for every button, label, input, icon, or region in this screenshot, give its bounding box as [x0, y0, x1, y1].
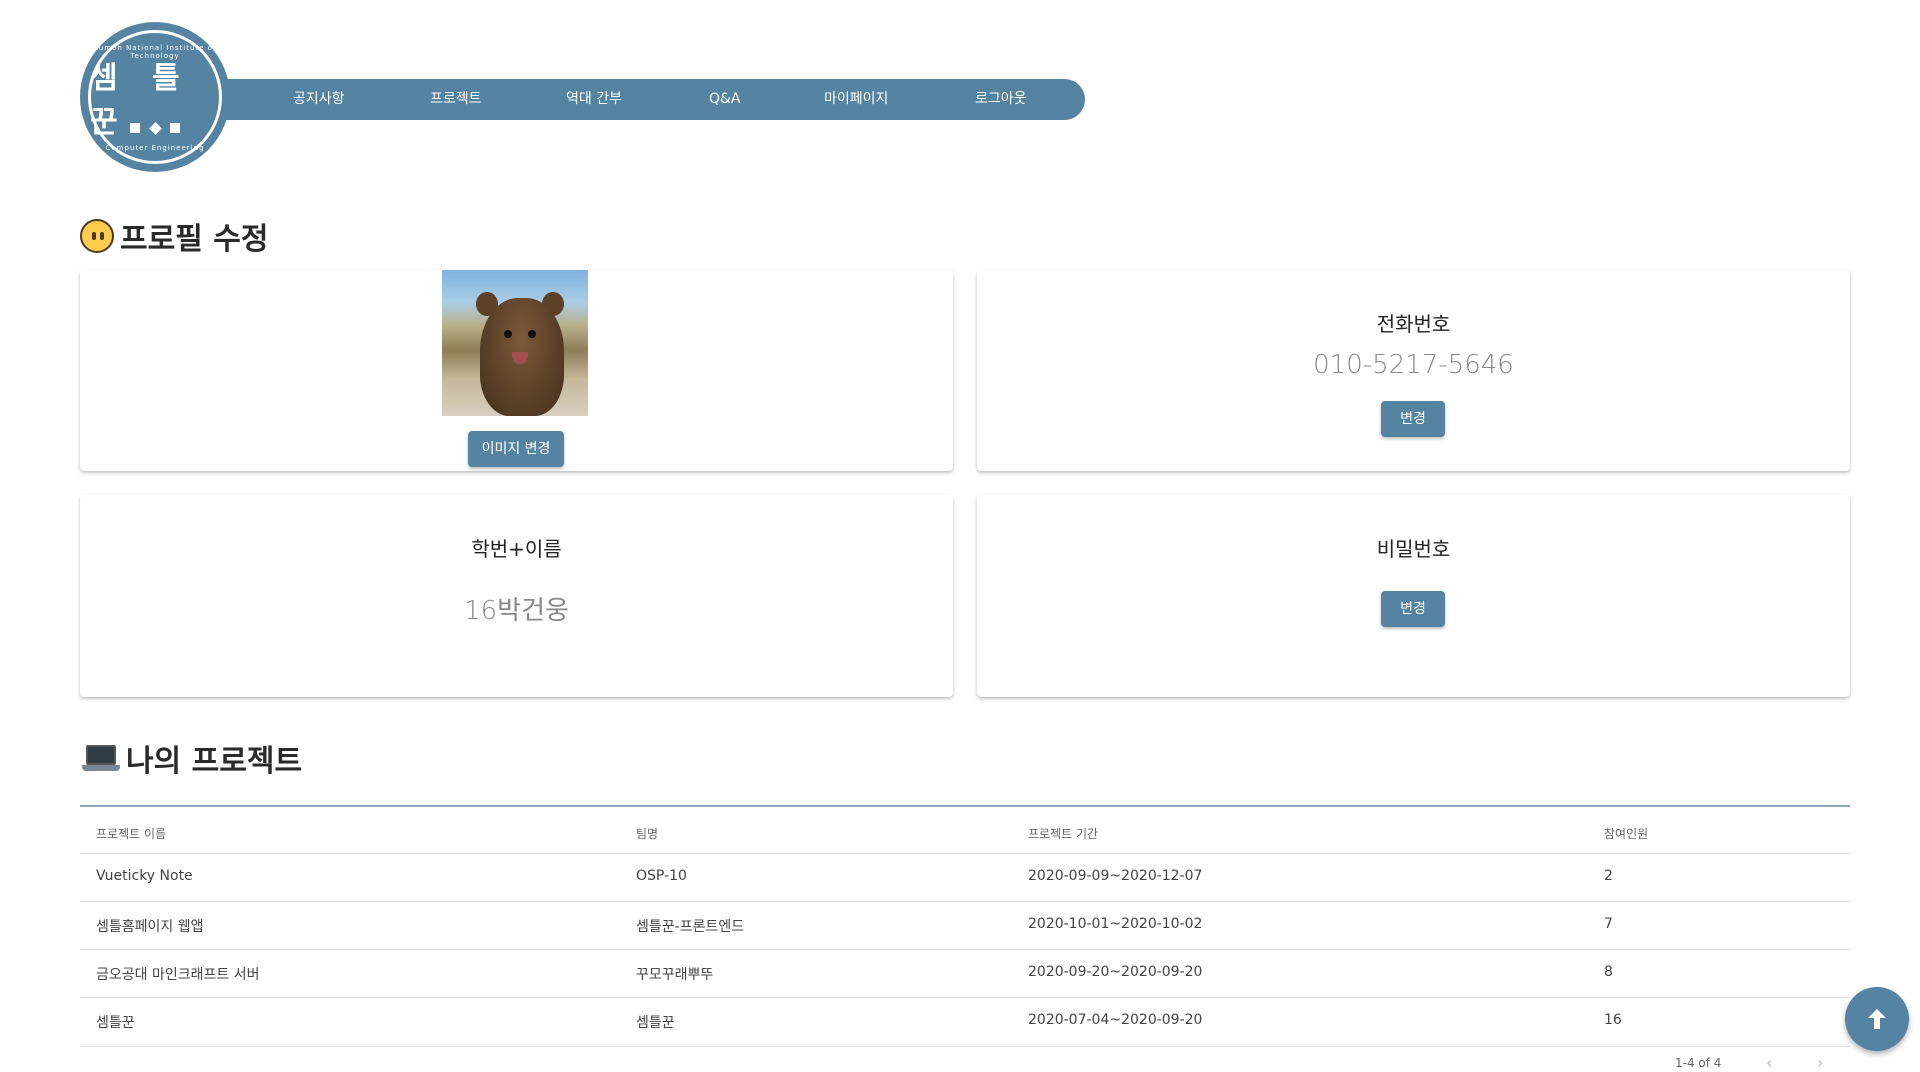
table-cell: 금오공대 마인크래프트 서버	[96, 967, 260, 983]
column-header-team[interactable]: 팀명	[636, 825, 658, 842]
table-cell: 2020-07-04~2020-09-20	[1028, 1012, 1203, 1028]
table-cell: 7	[1604, 916, 1613, 932]
table-cell: 2	[1604, 868, 1613, 884]
phone-value: 010-5217-5646	[1313, 350, 1514, 380]
table-cell: 16	[1604, 1012, 1622, 1028]
change-phone-button[interactable]: 변경	[1381, 401, 1445, 437]
column-header-name[interactable]: 프로젝트 이름	[96, 825, 166, 842]
scroll-top-button[interactable]	[1845, 987, 1909, 1051]
student-value: 16박건웅	[464, 596, 569, 626]
student-card: 학번+이름 16박건웅	[80, 495, 953, 697]
student-label: 학번+이름	[471, 537, 562, 561]
nav-item-mypage[interactable]: 마이페이지	[824, 79, 888, 120]
nav-item-qna[interactable]: Q&A	[709, 79, 741, 120]
pagination-range: 1-4 of 4	[1675, 1056, 1722, 1070]
nav-item-projects[interactable]: 프로젝트	[430, 79, 482, 120]
phone-label: 전화번호	[1376, 312, 1451, 336]
table-cell: 셈틀꾼	[96, 1015, 135, 1031]
laptop-icon	[82, 743, 120, 773]
logo-bottom-text: Computer Engineering	[105, 144, 205, 152]
phone-card: 전화번호 010-5217-5646 변경	[977, 270, 1850, 471]
profile-title-text: 프로필 수정	[120, 222, 269, 257]
main-nav: 공지사항 프로젝트 역대 간부 Q&A 마이페이지 로그아웃	[190, 79, 1085, 120]
logo-ornament	[130, 121, 180, 135]
logo-text: 셈 틀 꾼	[90, 61, 192, 140]
password-label: 비밀번호	[1376, 537, 1451, 561]
profile-section-title: 프로필 수정	[80, 214, 268, 258]
arrow-up-icon	[1868, 1009, 1886, 1029]
chevron-right-icon[interactable]: ›	[1817, 1053, 1823, 1072]
table-cell: Vueticky Note	[96, 868, 193, 884]
nav-item-past-officers[interactable]: 역대 간부	[566, 79, 622, 120]
password-card: 비밀번호 변경	[977, 495, 1850, 697]
change-password-button[interactable]: 변경	[1381, 591, 1445, 627]
table-cell: 2020-09-09~2020-12-07	[1028, 868, 1203, 884]
neutral-face-icon	[80, 219, 114, 253]
change-image-button[interactable]: 이미지 변경	[468, 431, 564, 467]
table-cell: 8	[1604, 964, 1613, 980]
table-cell: 셈틀꾼	[636, 1015, 675, 1031]
nav-item-logout[interactable]: 로그아웃	[975, 79, 1027, 120]
projects-title-text: 나의 프로젝트	[126, 744, 303, 779]
site-logo[interactable]: Kumoh National Institute of Technology 셈…	[80, 22, 230, 172]
column-header-period[interactable]: 프로젝트 기간	[1028, 825, 1098, 842]
profile-photo	[442, 270, 588, 416]
nav-item-notice[interactable]: 공지사항	[293, 79, 345, 120]
table-cell: 셈틀꾼-프론트엔드	[636, 919, 745, 935]
table-cell: 꾸모꾸래뿌뚜	[636, 967, 714, 983]
table-cell: 2020-10-01~2020-10-02	[1028, 916, 1203, 932]
table-cell: 셈틀홈페이지 웹앱	[96, 919, 204, 935]
chevron-left-icon[interactable]: ‹	[1766, 1053, 1772, 1072]
column-header-members[interactable]: 참여인원	[1604, 825, 1648, 842]
table-cell: 2020-09-20~2020-09-20	[1028, 964, 1203, 980]
table-cell: OSP-10	[636, 868, 687, 884]
projects-section-title: 나의 프로젝트	[82, 736, 302, 780]
table-top-border	[80, 805, 1850, 807]
